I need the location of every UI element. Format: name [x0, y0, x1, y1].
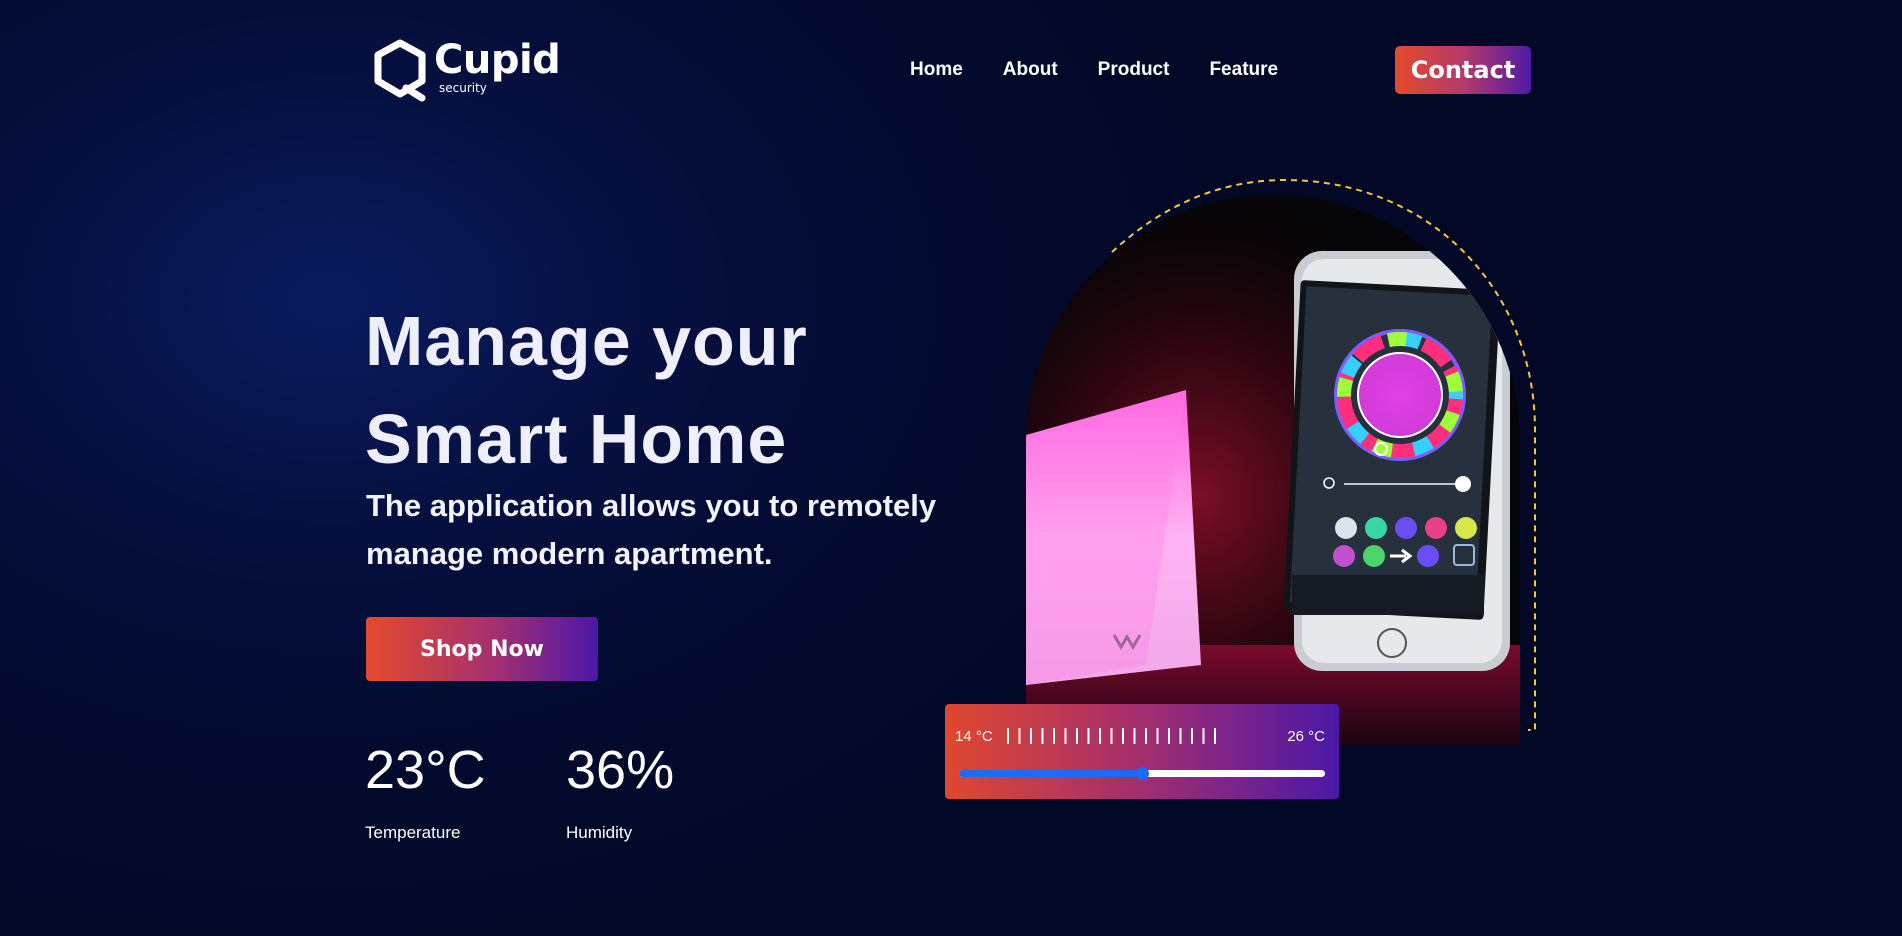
max-temperature-label: 26 °C	[1287, 728, 1325, 745]
humidity-value: 36%	[566, 740, 675, 800]
min-temperature-label: 14 °C	[955, 728, 993, 745]
temperature-value: 23°C	[365, 740, 486, 800]
brand-logo[interactable]: Cupid security	[370, 38, 561, 102]
temperature-slider-fill	[959, 770, 1142, 777]
temperature-stat: 23°C Temperature	[365, 740, 486, 843]
temperature-slider-handle[interactable]	[1136, 767, 1149, 780]
nav-item-home[interactable]: Home	[910, 59, 963, 81]
main-nav: Home About Product Feature	[910, 59, 1318, 81]
nav-item-feature[interactable]: Feature	[1209, 59, 1278, 81]
thermostat-card: 14 °C 26 °C	[945, 704, 1339, 799]
temperature-slider[interactable]	[959, 767, 1325, 780]
hero-title-line1: Manage your	[365, 302, 808, 380]
temperature-label: Temperature	[365, 823, 461, 842]
humidity-stat: 36% Humidity	[566, 740, 674, 843]
hero-product-image	[1026, 195, 1520, 745]
shop-now-button[interactable]: Shop Now	[366, 617, 598, 681]
hero-title-line2: Smart Home	[365, 400, 788, 478]
hexagon-logo-icon	[374, 39, 426, 102]
temperature-scale-ticks	[1007, 728, 1223, 744]
hero-title: Manage your Smart Home	[365, 292, 808, 488]
contact-button[interactable]: Contact	[1395, 46, 1531, 94]
brand-tagline: security	[439, 81, 487, 95]
nav-item-product[interactable]: Product	[1098, 59, 1170, 81]
brand-name: Cupid	[434, 37, 561, 83]
hero-subtitle: The application allows you to remotely m…	[366, 488, 937, 571]
humidity-label: Humidity	[566, 823, 633, 842]
nav-item-about[interactable]: About	[1003, 59, 1058, 81]
